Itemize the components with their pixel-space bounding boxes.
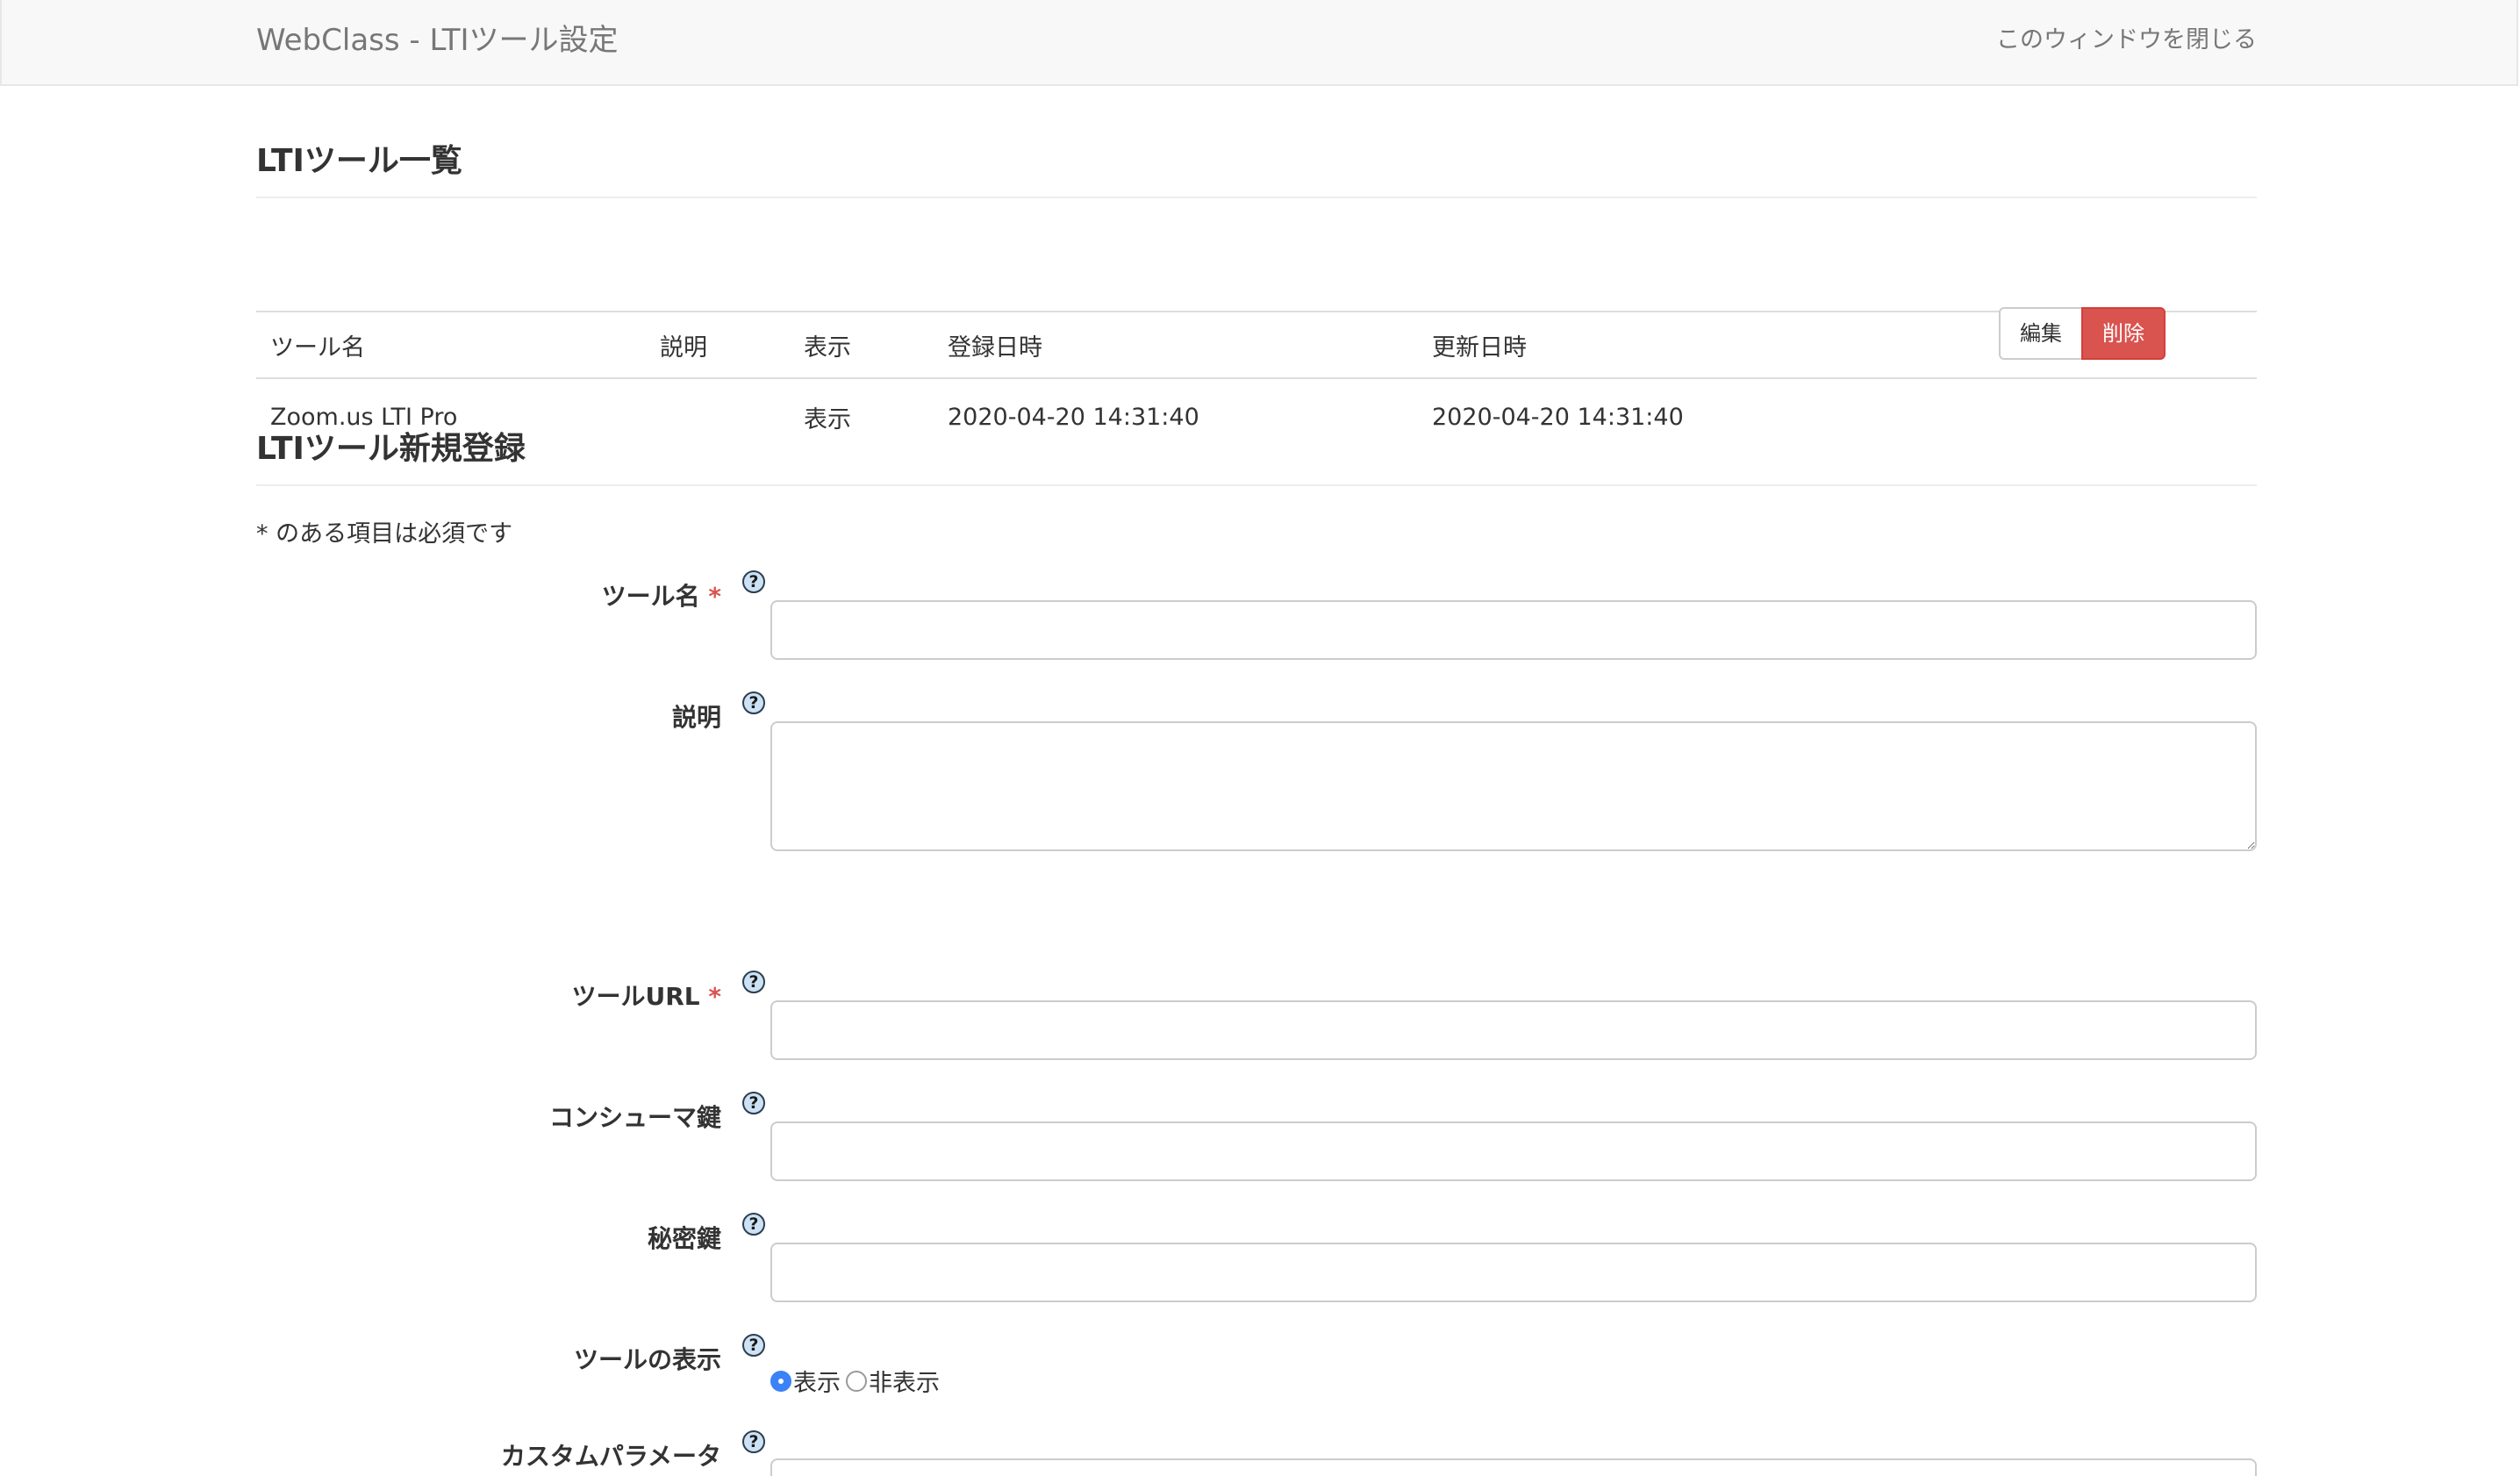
table-header-row: ツール名 説明 表示 登録日時 更新日時 (256, 311, 2257, 379)
visibility-label: ツールの表示 (574, 1341, 721, 1376)
header-description: 説明 (646, 311, 790, 379)
help-icon[interactable]: ? (742, 971, 765, 993)
brand-title[interactable]: WebClass - LTIツール設定 (256, 19, 619, 61)
consumer-key-label-text: コンシューマ鍵 (548, 1103, 721, 1132)
help-icon[interactable]: ? (742, 1092, 765, 1114)
visibility-label-text: ツールの表示 (573, 1345, 721, 1374)
tool-url-label: ツールURL * (571, 978, 721, 1013)
tool-name-label: ツール名 * (602, 577, 721, 613)
help-icon[interactable]: ? (742, 691, 765, 714)
secret-key-label-text: 秘密鍵 (647, 1224, 721, 1253)
header-updated: 更新日時 (1418, 311, 1979, 379)
new-tool-title: LTIツール新規登録 (256, 423, 2257, 486)
tool-name-input[interactable] (770, 600, 2257, 660)
description-label-text: 説明 (671, 703, 721, 732)
tool-list-title: LTIツール一覧 (256, 135, 2257, 198)
description-label: 説明 (672, 699, 721, 734)
secret-key-input[interactable] (770, 1243, 2257, 1302)
required-mark: * (708, 982, 721, 1011)
secret-key-label: 秘密鍵 (648, 1220, 721, 1255)
row-actions: 編集 削除 (1999, 307, 2166, 360)
edit-button[interactable]: 編集 (1999, 307, 2083, 360)
help-icon[interactable]: ? (742, 1334, 765, 1357)
help-icon[interactable]: ? (742, 570, 765, 593)
consumer-key-input[interactable] (770, 1121, 2257, 1181)
required-note: * のある項目は必須です (256, 520, 513, 548)
tool-url-label-text: ツールURL (571, 982, 700, 1011)
custom-params-textarea[interactable] (770, 1458, 2257, 1476)
description-textarea[interactable] (770, 721, 2257, 851)
header-tool-name: ツール名 (256, 311, 646, 379)
custom-params-label-text: カスタムパラメータ (500, 1442, 721, 1471)
help-icon[interactable]: ? (742, 1213, 765, 1236)
custom-params-label: カスタムパラメータ (501, 1437, 721, 1472)
close-window-link[interactable]: このウィンドウを閉じる (1996, 23, 2257, 58)
help-icon[interactable]: ? (742, 1430, 765, 1453)
navbar: WebClass - LTIツール設定 このウィンドウを閉じる (0, 0, 2518, 86)
header-display: 表示 (790, 311, 934, 379)
consumer-key-label: コンシューマ鍵 (549, 1099, 721, 1134)
tool-name-label-text: ツール名 (601, 582, 700, 611)
tool-url-input[interactable] (770, 1000, 2257, 1060)
delete-button[interactable]: 削除 (2081, 307, 2166, 360)
header-created: 登録日時 (934, 311, 1418, 379)
required-mark: * (708, 582, 721, 611)
